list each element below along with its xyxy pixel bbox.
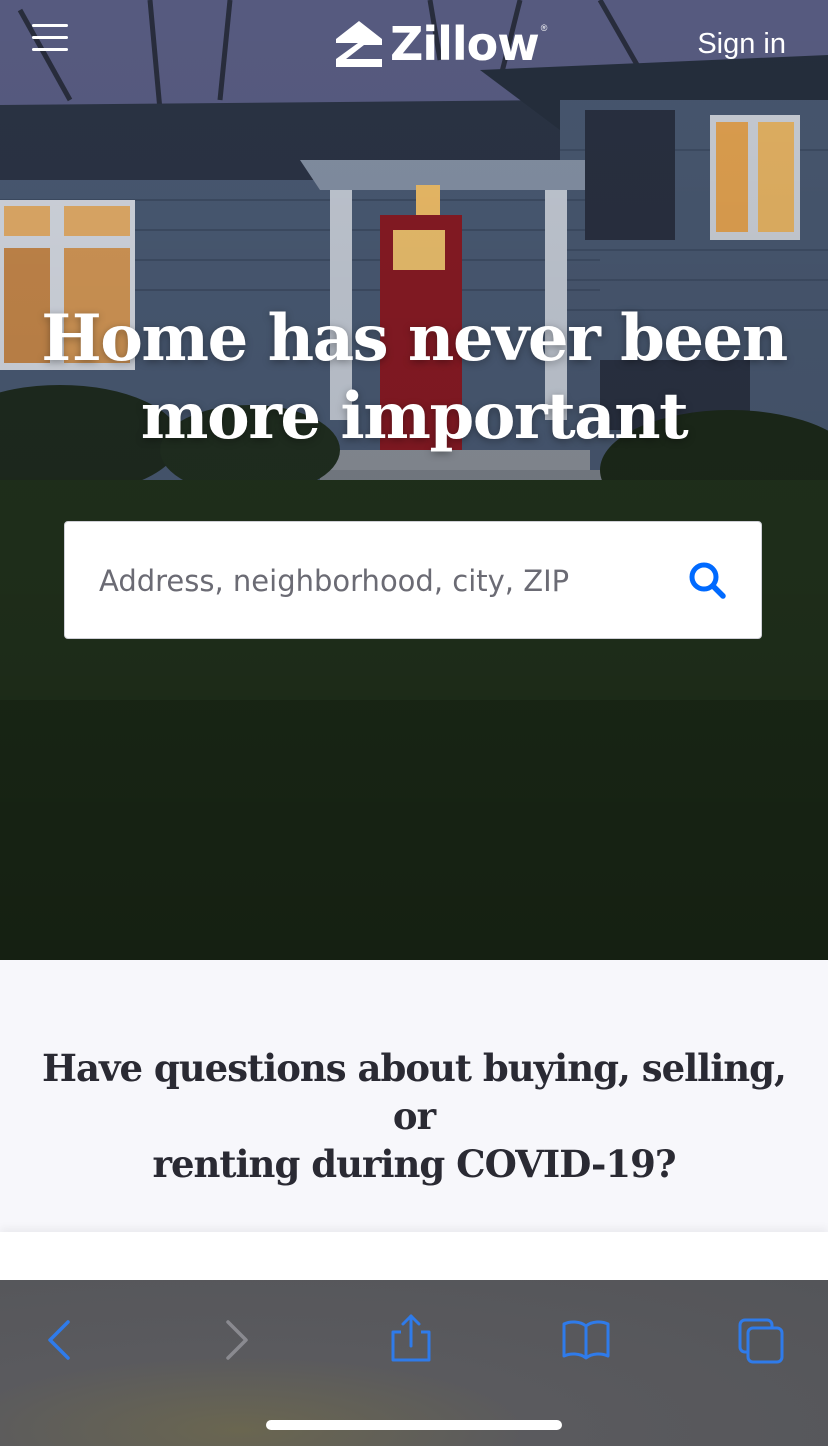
- covid-section: Have questions about buying, selling, or…: [0, 960, 828, 1232]
- share-icon[interactable]: [381, 1310, 441, 1370]
- search-icon[interactable]: [687, 560, 727, 600]
- logo-text: Zillow: [390, 17, 540, 71]
- home-indicator[interactable]: [266, 1420, 562, 1430]
- browser-toolbar: [0, 1280, 828, 1446]
- search-box: [64, 521, 762, 640]
- bookmarks-icon[interactable]: [556, 1310, 616, 1370]
- hero-headline: Home has never been more important: [0, 300, 828, 456]
- sign-in-link[interactable]: Sign in: [697, 28, 786, 61]
- registered-mark: ®: [540, 23, 548, 33]
- covid-heading-line-1: Have questions about buying, selling, or: [42, 1046, 787, 1138]
- covid-question-heading[interactable]: Have questions about buying, selling, or…: [40, 1044, 788, 1188]
- headline-line-1: Home has never been: [41, 301, 788, 376]
- search-input[interactable]: [97, 522, 661, 640]
- back-icon[interactable]: [30, 1310, 90, 1370]
- zillow-z-icon: [336, 21, 382, 67]
- forward-icon[interactable]: [206, 1310, 266, 1370]
- hero-section: Zillow ® Sign in Home has never been mor…: [0, 0, 828, 960]
- content-card-edge: [0, 1232, 828, 1280]
- headline-line-2: more important: [140, 379, 689, 454]
- tabs-icon[interactable]: [730, 1310, 790, 1370]
- zillow-logo[interactable]: Zillow ®: [334, 14, 547, 74]
- hamburger-menu-icon[interactable]: [32, 24, 68, 54]
- hero-overlay: [0, 0, 828, 960]
- covid-heading-line-2: renting during COVID-19?: [152, 1142, 676, 1186]
